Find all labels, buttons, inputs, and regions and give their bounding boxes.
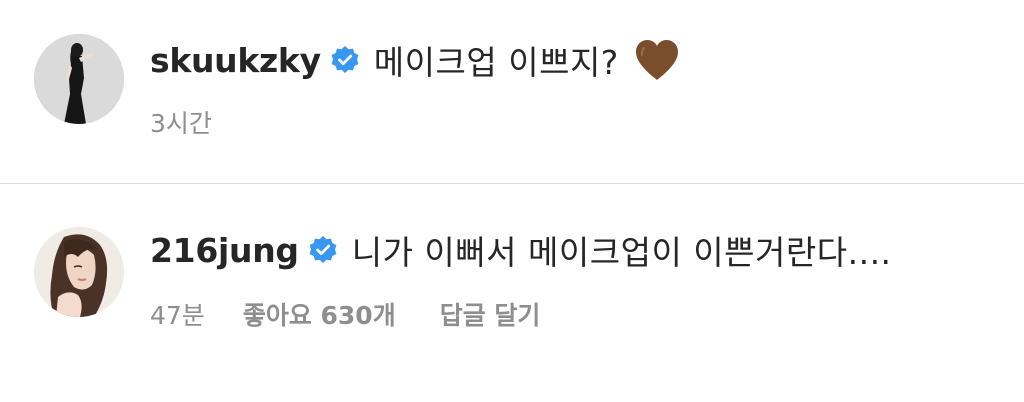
comment-line: skuukzky 메이크업 이쁘지? (150, 36, 681, 84)
username[interactable]: 216jung (150, 231, 299, 270)
avatar[interactable] (34, 227, 124, 317)
comment-timestamp[interactable]: 47분 (150, 296, 205, 332)
comment-line: 216jung 니가 이뻐서 메이크업이 이쁜거란다.... (150, 226, 892, 274)
comment-meta: 47분 좋아요 630개 답글 달기 (150, 296, 540, 332)
verified-badge-icon (330, 45, 360, 75)
divider (0, 183, 1024, 184)
comment-meta: 3시간 (150, 104, 212, 140)
comment-timestamp[interactable]: 3시간 (150, 104, 212, 140)
avatar[interactable] (34, 34, 124, 124)
verified-badge-icon (308, 235, 338, 265)
comment-item: 216jung 니가 이뻐서 메이크업이 이쁜거란다.... 47분 좋아요 6… (0, 186, 1024, 402)
brown-heart-icon (633, 38, 681, 82)
comment-item: skuukzky 메이크업 이쁘지? 3시간 (0, 0, 1024, 184)
comment-text: 니가 이뻐서 메이크업이 이쁜거란다.... (351, 233, 892, 272)
avatar-image (34, 227, 124, 317)
comment-text: 메이크업 이쁘지? (373, 43, 619, 82)
reply-button[interactable]: 답글 달기 (440, 296, 541, 332)
avatar-image (34, 34, 124, 124)
username[interactable]: skuukzky (150, 41, 321, 80)
likes-count[interactable]: 좋아요 630개 (243, 296, 396, 332)
